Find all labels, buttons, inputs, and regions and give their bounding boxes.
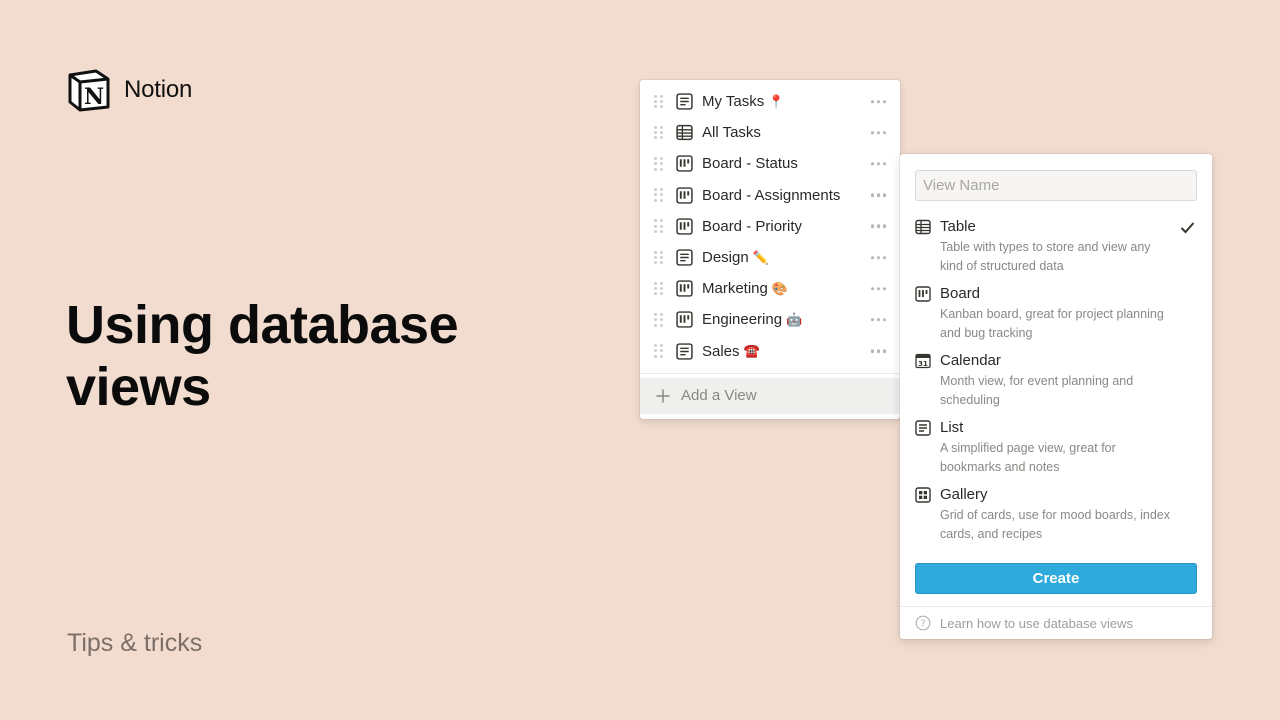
view-list-item[interactable]: All Tasks [640, 117, 900, 148]
view-type-title: Calendar [940, 352, 1001, 369]
learn-label: Learn how to use database views [940, 615, 1133, 631]
view-type-option-calendar[interactable]: 31 Calendar Month view, for event planning… [915, 350, 1197, 417]
view-type-option-list[interactable]: List A simplified page view, great for bo… [915, 417, 1197, 484]
board-icon [676, 311, 693, 329]
view-list-item[interactable]: My Tasks 📍 [640, 86, 900, 117]
table-icon [676, 125, 693, 141]
view-item-label: My Tasks [702, 93, 765, 111]
view-list-item[interactable]: Marketing 🎨 [640, 273, 900, 304]
plus-icon [656, 389, 670, 403]
brand: N Notion [66, 67, 192, 113]
view-type-title: Gallery [940, 486, 988, 503]
view-type-option-table[interactable]: Table Table with types to store and view … [915, 216, 1197, 283]
view-type-description: Grid of cards, use for mood boards, inde… [940, 508, 1170, 541]
view-list-item[interactable]: Board - Status [640, 148, 900, 179]
view-item-label: Board - Status [702, 155, 798, 173]
view-type-description: Month view, for event planning and sched… [940, 374, 1134, 407]
calendar-icon: 31 [915, 353, 931, 369]
views-panel: My Tasks 📍 All Tasks Board - Status Board - … [640, 80, 900, 419]
view-list-item[interactable]: Sales ☎️ [640, 336, 900, 367]
svg-text:?: ? [920, 619, 925, 630]
subtitle: Tips & tricks [67, 629, 203, 657]
view-item-label: Board - Assignments [702, 186, 841, 204]
brand-name: Notion [124, 76, 193, 103]
add-view-button[interactable]: Add a View [640, 377, 900, 414]
view-type-title: Board [940, 285, 981, 302]
help-icon: ? [915, 615, 931, 631]
divider [640, 372, 900, 374]
view-list-item[interactable]: Board - Assignments [640, 180, 900, 211]
more-options-icon[interactable] [870, 162, 886, 166]
more-options-icon[interactable] [870, 318, 886, 322]
drag-handle-icon[interactable] [654, 312, 666, 327]
more-options-icon[interactable] [870, 131, 886, 135]
view-item-label: Engineering [702, 311, 783, 329]
list-icon [676, 342, 693, 360]
drag-handle-icon[interactable] [654, 250, 666, 265]
view-list: My Tasks 📍 All Tasks Board - Status Board - … [640, 80, 900, 367]
view-type-option-gallery[interactable]: Gallery Grid of cards, use for mood board… [915, 484, 1197, 551]
board-icon [676, 186, 693, 204]
view-item-label: Design [702, 249, 749, 267]
checkmark-icon [1180, 222, 1195, 234]
more-options-icon[interactable] [870, 255, 886, 260]
view-item-label: Board - Priority [702, 217, 803, 235]
create-view-panel: Table Table with types to store and view … [900, 154, 1212, 639]
view-item-emoji: 🤖 [786, 311, 803, 327]
board-icon [676, 218, 693, 235]
view-item-label: Marketing [702, 280, 768, 298]
view-item-label: All Tasks [702, 124, 761, 142]
more-options-icon[interactable] [870, 224, 886, 229]
create-button[interactable]: Create [915, 563, 1197, 594]
more-options-icon[interactable] [870, 349, 886, 353]
view-item-emoji: ☎️ [743, 343, 760, 359]
page-title: Using database views [66, 295, 459, 417]
view-item-label: Sales [702, 342, 740, 360]
table-icon [915, 219, 931, 235]
view-type-title: List [940, 419, 964, 436]
more-options-icon[interactable] [870, 193, 886, 197]
drag-handle-icon[interactable] [654, 188, 666, 202]
drag-handle-icon[interactable] [654, 156, 666, 171]
view-item-emoji: ✏️ [752, 249, 769, 265]
view-type-description: Kanban board, great for project planning… [940, 307, 1164, 340]
divider [900, 606, 1212, 607]
view-name-input[interactable] [915, 170, 1197, 201]
view-item-emoji: 🎨 [771, 280, 789, 296]
view-type-description: A simplified page view, great for bookma… [940, 441, 1116, 474]
list-icon [676, 93, 693, 110]
list-icon [676, 249, 693, 266]
view-type-list: Table Table with types to store and view … [915, 216, 1197, 551]
drag-handle-icon[interactable] [654, 125, 666, 140]
view-type-description: Table with types to store and view any k… [940, 240, 1151, 273]
drag-handle-icon[interactable] [654, 281, 666, 296]
notion-logo-icon: N [68, 69, 110, 112]
more-options-icon[interactable] [870, 99, 886, 104]
svg-text:N: N [84, 84, 104, 110]
add-view-label: Add a View [681, 387, 757, 405]
board-icon [676, 280, 693, 297]
drag-handle-icon[interactable] [654, 94, 666, 109]
calendar-day: 31 [918, 360, 928, 368]
more-options-icon[interactable] [870, 286, 886, 291]
list-icon [915, 420, 931, 436]
board-icon [915, 286, 931, 302]
view-list-item[interactable]: Design ✏️ [640, 242, 900, 273]
board-icon [676, 155, 693, 173]
learn-link[interactable]: ? Learn how to use database views [915, 615, 1133, 631]
view-type-option-board[interactable]: Board Kanban board, great for project pla… [915, 283, 1197, 350]
view-list-item[interactable]: Board - Priority [640, 211, 900, 242]
drag-handle-icon[interactable] [654, 219, 666, 233]
view-list-item[interactable]: Engineering 🤖 [640, 304, 900, 335]
view-item-emoji: 📍 [768, 93, 785, 109]
drag-handle-icon[interactable] [654, 344, 666, 358]
gallery-icon [915, 487, 931, 503]
view-type-title: Table [940, 218, 976, 235]
